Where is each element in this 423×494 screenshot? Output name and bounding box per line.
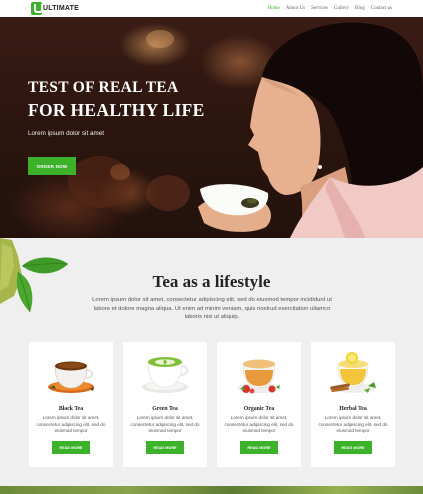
read-more-button[interactable]: READ MORE — [240, 441, 278, 454]
main-nav: Home About Us Services Gallery Blog Cont… — [268, 0, 392, 17]
nav-about-us[interactable]: About Us — [286, 6, 305, 11]
tea-card-black: Black Tea Lorem ipsum dolor sit amet, co… — [29, 342, 113, 467]
site-header: ULTIMATE Home About Us Services Gallery … — [0, 0, 423, 17]
hero-title-line-2: FOR HEALTHY LIFE — [28, 100, 205, 120]
organic-tea-cup-icon — [237, 359, 281, 394]
nav-home[interactable]: Home — [268, 6, 280, 11]
card-title: Green Tea — [152, 406, 178, 412]
footer-image-strip — [0, 486, 423, 494]
card-description: Lorem ipsum dolor sit amet, consectetur … — [36, 415, 106, 434]
tea-card-herbal: Herbal Tea Lorem ipsum dolor sit amet, c… — [311, 342, 395, 467]
nav-services[interactable]: Services — [311, 6, 328, 11]
card-description: Lorem ipsum dolor sit amet, consectetur … — [224, 415, 294, 434]
card-title: Organic Tea — [243, 406, 275, 412]
read-more-button[interactable]: READ MORE — [334, 441, 372, 454]
card-title: Black Tea — [58, 406, 84, 412]
nav-gallery[interactable]: Gallery — [334, 6, 349, 11]
woman-smelling-tea-image — [68, 22, 423, 238]
logo-text: ULTIMATE — [43, 5, 79, 12]
order-now-button[interactable]: ORDER NOW — [28, 157, 76, 175]
hero-banner: TEST OF REAL TEA FOR HEALTHY LIFE Lorem … — [0, 17, 423, 238]
section-title: Tea as a lifestyle — [152, 272, 271, 291]
read-more-button[interactable]: READ MORE — [146, 441, 184, 454]
card-title: Herbal Tea — [339, 406, 367, 412]
site-logo[interactable]: ULTIMATE — [31, 2, 79, 15]
read-more-button[interactable]: READ MORE — [52, 441, 90, 454]
herbal-tea-cup-icon — [330, 352, 376, 393]
nav-blog[interactable]: Blog — [355, 6, 365, 11]
nav-contact-us[interactable]: Contact us — [371, 6, 392, 11]
tea-card-green: Green Tea Lorem ipsum dolor sit amet, co… — [123, 342, 207, 467]
hero-title-line-1: TEST OF REAL TEA — [28, 79, 179, 96]
card-description: Lorem ipsum dolor sit amet, consectetur … — [318, 415, 388, 434]
hero-subtitle: Lorem ipsum dolor sit amet — [28, 130, 104, 137]
black-tea-cup-icon — [48, 361, 94, 393]
green-tea-cup-icon — [142, 357, 189, 393]
card-description: Lorem ipsum dolor sit amet, consectetur … — [130, 415, 200, 434]
logo-u-icon — [31, 2, 43, 15]
tea-card-organic: Organic Tea Lorem ipsum dolor sit amet, … — [217, 342, 301, 467]
section-description: Lorem ipsum dolor sit amet, consectetur … — [92, 297, 332, 321]
